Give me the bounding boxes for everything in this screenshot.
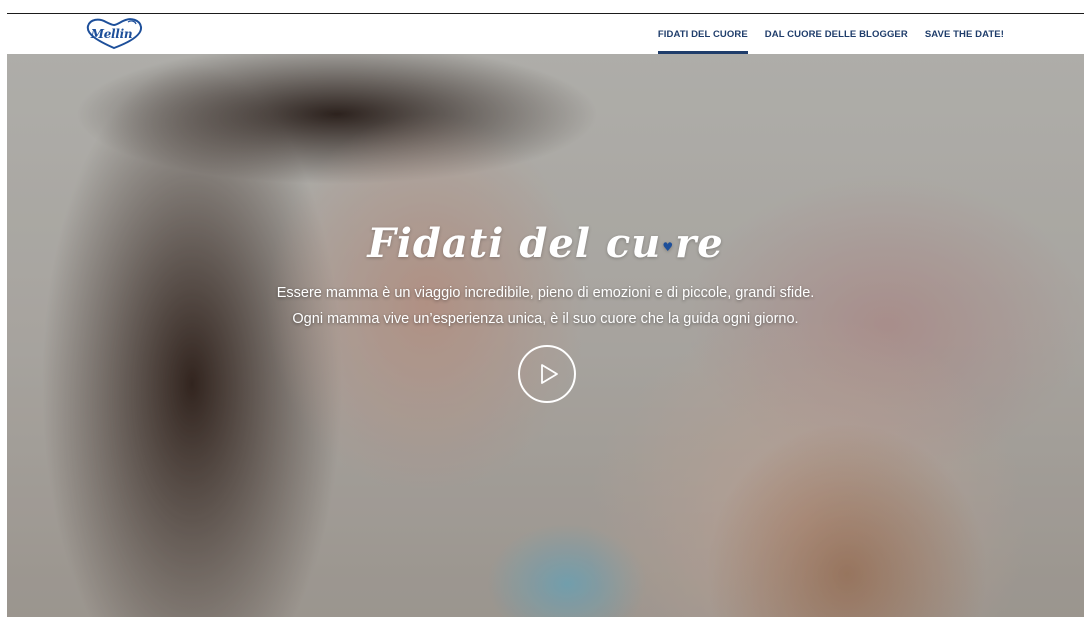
main-nav: FIDATI DEL CUORE DAL CUORE DELLE BLOGGER…	[641, 14, 1004, 54]
hero-title-end: re	[675, 220, 724, 267]
hero-content: Fidati del cu♥re Essere mamma è un viagg…	[7, 214, 1084, 329]
nav-save-the-date[interactable]: SAVE THE DATE!	[925, 14, 1004, 54]
play-icon	[540, 364, 558, 384]
nav-fidati-del-cuore[interactable]: FIDATI DEL CUORE	[657, 14, 748, 54]
hero-title-text: Fidati del cu	[367, 220, 662, 267]
logo-text: Mellin	[90, 26, 133, 41]
site-header: Mellin FIDATI DEL CUORE DAL CUORE DELLE …	[7, 14, 1084, 54]
hero-title: Fidati del cu♥re	[7, 214, 1084, 277]
hero-subtitle-line-1: Essere mamma è un viaggio incredibile, p…	[276, 285, 815, 301]
hero-video-banner: Fidati del cu♥re Essere mamma è un viagg…	[7, 54, 1084, 617]
play-button[interactable]	[518, 345, 576, 403]
hero-overlay	[7, 54, 1084, 617]
heart-icon: ♥	[662, 240, 675, 254]
mellin-logo[interactable]: Mellin	[84, 17, 144, 50]
hero-subtitle-line-2: Ogni mamma vive un’esperienza unica, è i…	[292, 311, 799, 327]
nav-dal-cuore-delle-blogger[interactable]: DAL CUORE DELLE BLOGGER	[765, 14, 908, 54]
